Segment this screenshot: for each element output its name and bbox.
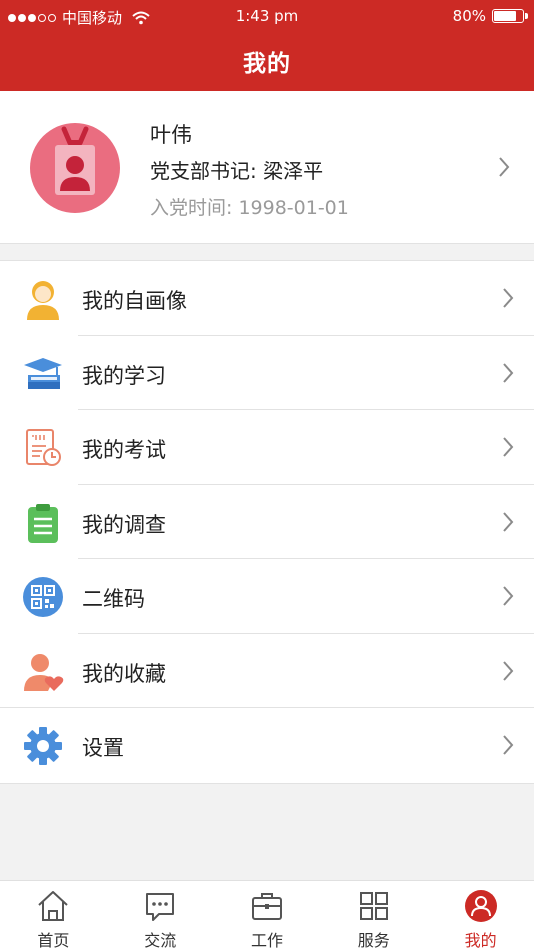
avatar xyxy=(30,123,120,213)
tab-work[interactable]: 工作 xyxy=(214,881,321,950)
tab-label: 我的 xyxy=(464,931,497,950)
home-icon xyxy=(38,891,69,921)
battery-percent: 80% xyxy=(452,7,486,25)
briefcase-icon xyxy=(251,893,282,920)
self-portrait-icon xyxy=(27,281,59,320)
id-badge-icon xyxy=(55,126,95,195)
chevron-right-icon xyxy=(499,157,510,177)
menu-item-label: 我的收藏 xyxy=(82,661,166,686)
tab-services[interactable]: 服务 xyxy=(320,881,427,950)
profile-join-date: 入党时间: 1998-01-01 xyxy=(150,197,349,219)
chat-icon xyxy=(146,893,175,921)
menu-item-label: 我的自画像 xyxy=(82,289,187,313)
menu-item-qr-code[interactable]: 二维码 xyxy=(0,559,534,634)
menu-item-settings[interactable]: 设置 xyxy=(0,708,534,783)
profile-name: 叶伟 xyxy=(150,123,192,147)
menu-item-exam[interactable]: 我的考试 xyxy=(0,410,534,485)
tab-label: 服务 xyxy=(357,931,390,950)
status-right: 80% xyxy=(452,7,528,25)
chevron-right-icon xyxy=(503,437,514,457)
qr-code-icon xyxy=(23,577,63,617)
status-bar: 中国移动 1:43 pm 80% xyxy=(0,0,534,32)
tab-home[interactable]: 首页 xyxy=(0,881,107,950)
tab-bar: 首页 交流 工作 服务 我的 xyxy=(0,880,534,950)
tab-chat[interactable]: 交流 xyxy=(107,881,214,950)
profile-card[interactable]: 叶伟 党支部书记: 梁泽平 入党时间: 1998-01-01 xyxy=(0,91,534,244)
tab-label: 首页 xyxy=(37,931,70,950)
menu-list: 我的自画像 我的学习 我的考试 我的调查 二维码 我的收藏 设置 xyxy=(0,260,534,784)
menu-item-self-portrait[interactable]: 我的自画像 xyxy=(0,261,534,336)
header-bar: 中国移动 1:43 pm 80% 我的 xyxy=(0,0,534,91)
menu-item-survey[interactable]: 我的调查 xyxy=(0,485,534,559)
menu-item-label: 我的学习 xyxy=(82,363,166,388)
survey-clipboard-icon xyxy=(28,503,58,543)
page-title: 我的 xyxy=(243,51,291,77)
chevron-right-icon xyxy=(503,288,514,308)
menu-item-label: 我的调查 xyxy=(82,512,166,537)
gear-icon xyxy=(24,727,62,765)
battery-icon xyxy=(492,9,528,23)
favorite-user-icon xyxy=(24,653,64,691)
chevron-right-icon xyxy=(503,511,514,532)
grid-icon xyxy=(359,892,388,920)
study-book-icon xyxy=(24,357,62,389)
tab-label: 交流 xyxy=(144,931,177,950)
menu-item-label: 二维码 xyxy=(82,587,145,611)
tab-label: 工作 xyxy=(250,931,283,950)
battery-fill xyxy=(494,11,517,21)
chevron-right-icon xyxy=(503,660,514,681)
chevron-right-icon xyxy=(503,735,514,755)
chevron-right-icon xyxy=(503,586,514,606)
menu-item-label: 我的考试 xyxy=(82,438,166,462)
menu-item-favorites[interactable]: 我的收藏 xyxy=(0,634,534,708)
chevron-right-icon xyxy=(503,362,514,383)
menu-item-label: 设置 xyxy=(82,736,124,760)
exam-paper-icon xyxy=(26,429,61,466)
menu-item-study[interactable]: 我的学习 xyxy=(0,336,534,410)
tab-me[interactable]: 我的 xyxy=(427,881,534,950)
user-circle-icon xyxy=(464,890,497,922)
profile-role: 党支部书记: 梁泽平 xyxy=(150,159,324,183)
